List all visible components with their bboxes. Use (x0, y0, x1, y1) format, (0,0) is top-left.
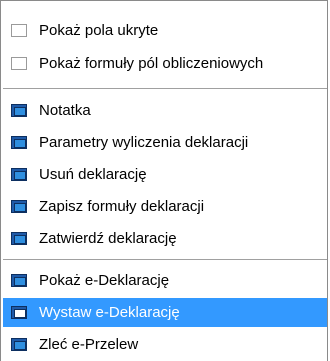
checkbox-icon[interactable] (11, 24, 27, 37)
document-icon (11, 338, 27, 351)
menu-item-approve-declaration[interactable]: Zatwierdź deklarację (3, 224, 327, 253)
document-icon (11, 274, 27, 287)
document-icon (11, 200, 27, 213)
menu-item-delete-declaration[interactable]: Usuń deklarację (3, 160, 327, 189)
menu-item-calculation-parameters[interactable]: Parametry wyliczenia deklaracji (3, 128, 327, 157)
menu-item-label: Zapisz formuły deklaracji (39, 198, 205, 215)
menu-item-issue-e-declaration[interactable]: Wystaw e-Deklarację (3, 298, 327, 327)
document-icon (11, 104, 27, 117)
menu-item-label: Wystaw e-Deklarację (39, 304, 180, 321)
context-menu: Pokaż pola ukryte Pokaż formuły pól obli… (0, 0, 328, 361)
menu-item-label: Pokaż e-Deklarację (39, 272, 170, 289)
menu-item-label: Zatwierdź deklarację (39, 230, 177, 247)
document-icon (11, 136, 27, 149)
menu-item-show-e-declaration[interactable]: Pokaż e-Deklarację (3, 266, 327, 295)
menu-item-show-formulas[interactable]: Pokaż formuły pól obliczeniowych (3, 49, 327, 78)
menu-item-order-e-transfer[interactable]: Zleć e-Przelew (3, 330, 327, 359)
menu-item-label: Zleć e-Przelew (39, 336, 139, 353)
document-icon (11, 306, 27, 319)
menu-item-label: Notatka (39, 102, 91, 119)
menu-item-label: Pokaż formuły pól obliczeniowych (39, 55, 264, 72)
menu-item-show-hidden-fields[interactable]: Pokaż pola ukryte (3, 16, 327, 45)
menu-item-note[interactable]: Notatka (3, 96, 327, 125)
menu-item-label: Usuń deklarację (39, 166, 147, 183)
menu-item-save-formulas[interactable]: Zapisz formuły deklaracji (3, 192, 327, 221)
document-icon (11, 168, 27, 181)
menu-separator (3, 259, 327, 261)
menu-item-label: Pokaż pola ukryte (39, 22, 159, 39)
menu-item-label: Parametry wyliczenia deklaracji (39, 134, 249, 151)
menu-separator (3, 88, 327, 90)
checkbox-icon[interactable] (11, 57, 27, 70)
document-icon (11, 232, 27, 245)
